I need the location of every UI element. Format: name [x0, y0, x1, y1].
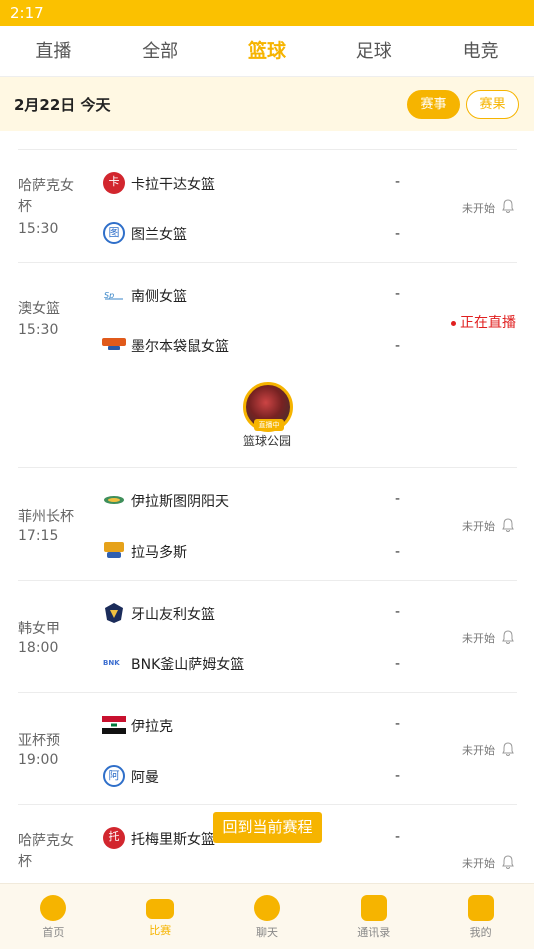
away-team-name: 墨尔本袋鼠女篮: [131, 339, 229, 355]
league-name: 澳女篮: [18, 301, 60, 317]
results-button[interactable]: 赛果: [466, 90, 519, 119]
top-tabs: 直播 全部 篮球 足球 电竞: [0, 26, 534, 77]
events-button[interactable]: 赛事: [407, 90, 460, 119]
league-name: 亚杯预: [18, 733, 60, 749]
tab-basketball[interactable]: 篮球: [214, 26, 321, 76]
streamer-name[interactable]: 篮球公园: [243, 432, 291, 449]
team-logo: Sp: [104, 291, 123, 300]
tab-football[interactable]: 足球: [320, 26, 427, 76]
match-time: 15:30: [18, 322, 59, 338]
home-score: -: [395, 286, 401, 302]
nav-label: 聊天: [255, 926, 278, 939]
team-logo: BNK: [103, 659, 120, 667]
live-badge: 直播中: [254, 419, 284, 431]
bell-icon[interactable]: [502, 199, 514, 213]
tab-esports[interactable]: 电竞: [427, 26, 534, 76]
league-name: 韩女甲: [18, 621, 60, 637]
nav-match[interactable]: 比赛: [107, 884, 214, 949]
home-icon: [40, 895, 67, 921]
match-status: 未开始: [462, 857, 495, 870]
away-team-name: 拉马多斯: [131, 545, 187, 561]
nav-label: 我的: [469, 926, 492, 939]
home-score: -: [395, 174, 401, 190]
match-time: 19:00: [18, 752, 59, 768]
profile-icon: [467, 895, 494, 921]
league-name: 哈萨克女杯: [18, 833, 74, 870]
away-score: -: [395, 338, 401, 354]
bell-icon[interactable]: [502, 855, 514, 869]
match-status: 未开始: [462, 520, 495, 533]
team-logo: 图: [103, 222, 125, 244]
home-score: -: [395, 491, 401, 507]
bell-icon[interactable]: [502, 630, 514, 644]
away-team-name: BNK釜山萨姆女篮: [131, 657, 245, 673]
nav-contacts[interactable]: 通讯录: [320, 884, 427, 949]
contacts-icon: [360, 895, 387, 921]
league-name: 菲州长杯: [18, 509, 74, 525]
tab-live[interactable]: 直播: [0, 26, 107, 76]
match-status: 未开始: [462, 632, 495, 645]
back-to-current-button[interactable]: 回到当前赛程: [213, 812, 322, 843]
live-status-label: 正在直播: [460, 315, 516, 331]
home-score: -: [395, 829, 401, 845]
nav-home[interactable]: 首页: [0, 884, 107, 949]
away-team-name: 阿曼: [131, 770, 159, 786]
date-label: 2月22日 今天: [14, 96, 111, 114]
match-status: 未开始: [462, 202, 495, 215]
svg-text:BNK: BNK: [103, 659, 120, 667]
live-status: 正在直播: [451, 312, 516, 332]
away-score: -: [395, 768, 401, 784]
home-score: -: [395, 716, 401, 732]
divider: [18, 467, 517, 468]
nav-label: 比赛: [149, 924, 172, 937]
bottom-nav: 首页 比赛 聊天 通讯录 我的: [0, 883, 534, 949]
nav-profile[interactable]: 我的: [427, 884, 534, 949]
team-logo: 阿: [103, 765, 125, 787]
tab-all[interactable]: 全部: [107, 26, 214, 76]
divider: [18, 262, 517, 263]
team-logo: [104, 542, 124, 558]
away-score: -: [395, 226, 401, 242]
team-logo: 卡: [103, 172, 125, 194]
match-status: 未开始: [462, 744, 495, 757]
status-time: 2:17: [10, 4, 44, 22]
league-name: 哈萨克女杯: [18, 178, 74, 215]
away-team-name: 图兰女篮: [131, 227, 187, 243]
home-team-name: 托梅里斯女篮: [131, 832, 215, 848]
bell-icon[interactable]: [502, 518, 514, 532]
team-logo: [105, 603, 123, 623]
bell-icon[interactable]: [502, 742, 514, 756]
live-dot-icon: [451, 320, 456, 326]
away-score: -: [395, 544, 401, 560]
away-score: -: [395, 656, 401, 672]
home-team-name: 卡拉干达女篮: [131, 177, 215, 193]
nav-chat[interactable]: 聊天: [214, 884, 321, 949]
home-team-name: 牙山友利女篮: [131, 607, 215, 623]
divider: [18, 804, 517, 805]
home-team-name: 伊拉斯图阴阳天: [131, 494, 229, 510]
status-bar: 2:17: [0, 0, 534, 26]
home-team-name: 南侧女篮: [131, 289, 187, 305]
match-time: 18:00: [18, 640, 59, 656]
iraq-flag-icon: [102, 716, 126, 734]
divider: [18, 580, 517, 581]
nav-label: 通讯录: [357, 926, 391, 939]
home-score: -: [395, 604, 401, 620]
team-logo: 托: [103, 827, 125, 849]
home-team-name: 伊拉克: [131, 719, 173, 735]
chat-icon: [253, 895, 280, 921]
match-time: 17:15: [18, 528, 59, 544]
divider: [18, 692, 517, 693]
nav-label: 首页: [42, 926, 65, 939]
team-logo: [104, 496, 124, 504]
match-icon: [146, 899, 175, 919]
divider: [18, 149, 517, 150]
team-logo: [102, 338, 126, 350]
match-time: 15:30: [18, 221, 59, 237]
